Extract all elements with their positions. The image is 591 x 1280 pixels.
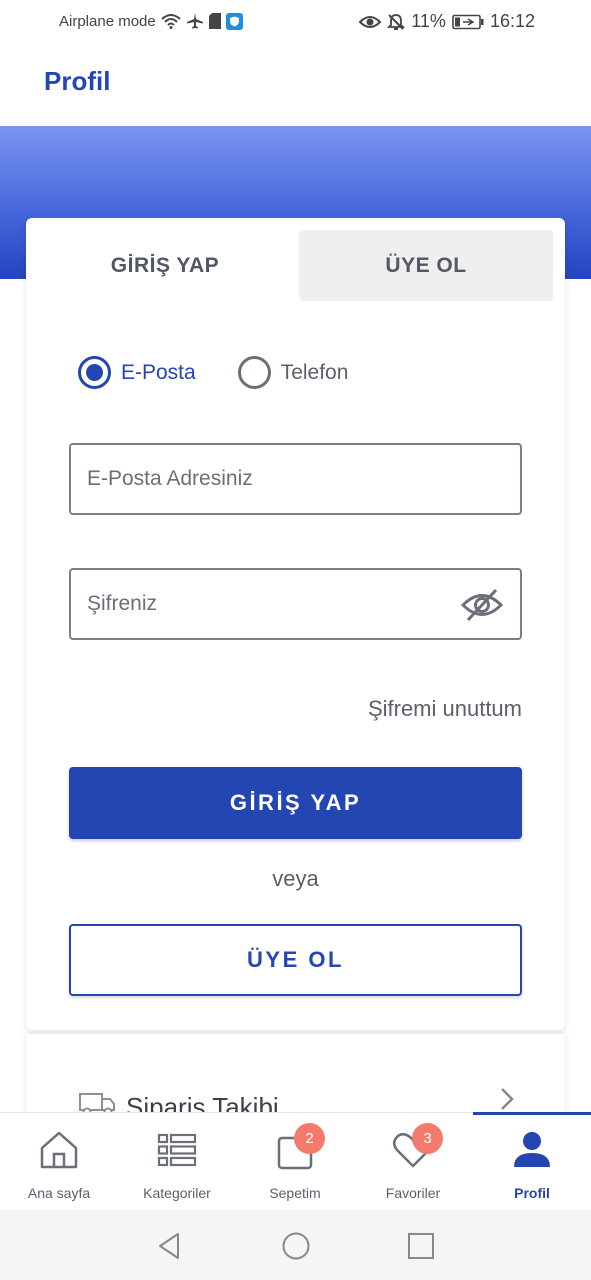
- nav-item-profile[interactable]: Profil: [473, 1112, 591, 1211]
- password-field: [69, 568, 522, 640]
- forgot-password-link[interactable]: Şifremi unuttum: [368, 696, 522, 722]
- tab-login[interactable]: GİRİŞ YAP: [38, 230, 292, 301]
- nav-label-categories: Kategoriler: [143, 1185, 211, 1201]
- nav-label-home: Ana sayfa: [27, 1185, 91, 1201]
- nav-label-profile: Profil: [514, 1185, 550, 1201]
- email-radio-label: E-Posta: [121, 360, 196, 384]
- clock-time: 16:12: [489, 11, 535, 31]
- login-button[interactable]: GİRİŞ YAP: [69, 767, 522, 839]
- auth-card: GİRİŞ YAP ÜYE OL E-Posta Telefon Şifremi…: [26, 218, 565, 1030]
- password-input[interactable]: [85, 591, 520, 617]
- eye-off-icon[interactable]: [460, 586, 504, 624]
- nav-item-cart[interactable]: 2 Sepetim: [236, 1113, 354, 1211]
- nav-item-favorites[interactable]: 3 Favoriler: [354, 1113, 472, 1211]
- home-circle-icon[interactable]: [280, 1230, 312, 1262]
- login-method-radio-group: E-Posta Telefon: [78, 356, 390, 389]
- radio-unselected-icon: [237, 356, 271, 389]
- email-field: [69, 443, 522, 515]
- battery-icon: [452, 14, 484, 30]
- user-icon: [508, 1129, 556, 1171]
- email-radio-option[interactable]: E-Posta: [78, 356, 196, 389]
- favorites-badge: 3: [412, 1123, 443, 1154]
- nav-label-cart: Sepetim: [269, 1185, 321, 1201]
- order-tracking-card[interactable]: Sipariş Takibi: [26, 1034, 565, 1124]
- status-bar: Airplane mode 11% 16:12: [0, 0, 591, 46]
- or-separator-text: veya: [272, 866, 319, 891]
- sim-card-icon: [208, 13, 221, 29]
- battery-percent: 11%: [411, 11, 446, 31]
- email-input[interactable]: [85, 466, 520, 492]
- list-icon: [153, 1129, 201, 1171]
- page-title: Profil: [44, 66, 111, 96]
- back-icon[interactable]: [154, 1230, 186, 1262]
- status-right: 11% 16:12: [359, 11, 535, 32]
- radio-selected-icon: [78, 356, 111, 389]
- nav-label-favorites: Favoriler: [385, 1185, 441, 1201]
- cart-badge: 2: [294, 1123, 325, 1154]
- nav-item-categories[interactable]: Kategoriler: [118, 1113, 236, 1211]
- tab-register[interactable]: ÜYE OL: [299, 230, 553, 301]
- status-left: Airplane mode: [59, 12, 243, 30]
- phone-radio-label: Telefon: [280, 360, 349, 384]
- airplane-icon: [186, 12, 204, 30]
- eye-icon: [359, 14, 382, 30]
- shield-icon: [225, 12, 243, 30]
- home-icon: [35, 1129, 83, 1171]
- wifi-icon: [161, 13, 181, 29]
- register-button[interactable]: ÜYE OL: [69, 924, 522, 996]
- system-navigation-bar: [0, 1210, 591, 1280]
- notifications-off-icon: [387, 13, 406, 31]
- bottom-navigation: Ana sayfa Kategoriler 2 Sepetim 3 Favori…: [0, 1112, 591, 1210]
- phone-radio-option[interactable]: Telefon: [237, 356, 349, 389]
- airplane-mode-text: Airplane mode: [59, 12, 156, 30]
- heart-icon: 3: [389, 1123, 443, 1171]
- cart-icon: 2: [271, 1123, 325, 1171]
- nav-item-home[interactable]: Ana sayfa: [0, 1113, 118, 1211]
- recent-apps-icon[interactable]: [405, 1230, 437, 1262]
